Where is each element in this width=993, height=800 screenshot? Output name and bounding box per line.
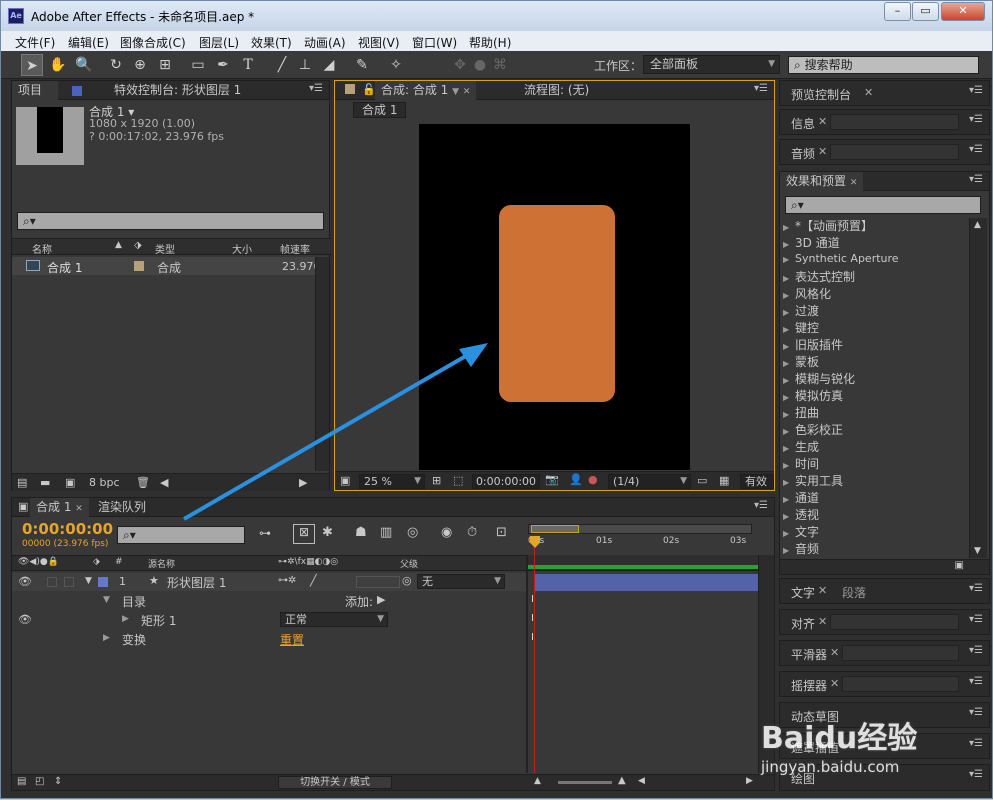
baidu-watermark: Baidu经验 <box>761 713 917 757</box>
annotation-arrow <box>182 343 488 521</box>
arrow-shaft <box>182 351 473 521</box>
baidu-url: jingyan.baidu.com <box>761 758 900 776</box>
arrow-head <box>459 343 488 367</box>
app-window: Ae Adobe After Effects - 未命名项目.aep * – ▭… <box>0 0 993 799</box>
baidu-brand: Baidu经验 <box>761 721 918 756</box>
